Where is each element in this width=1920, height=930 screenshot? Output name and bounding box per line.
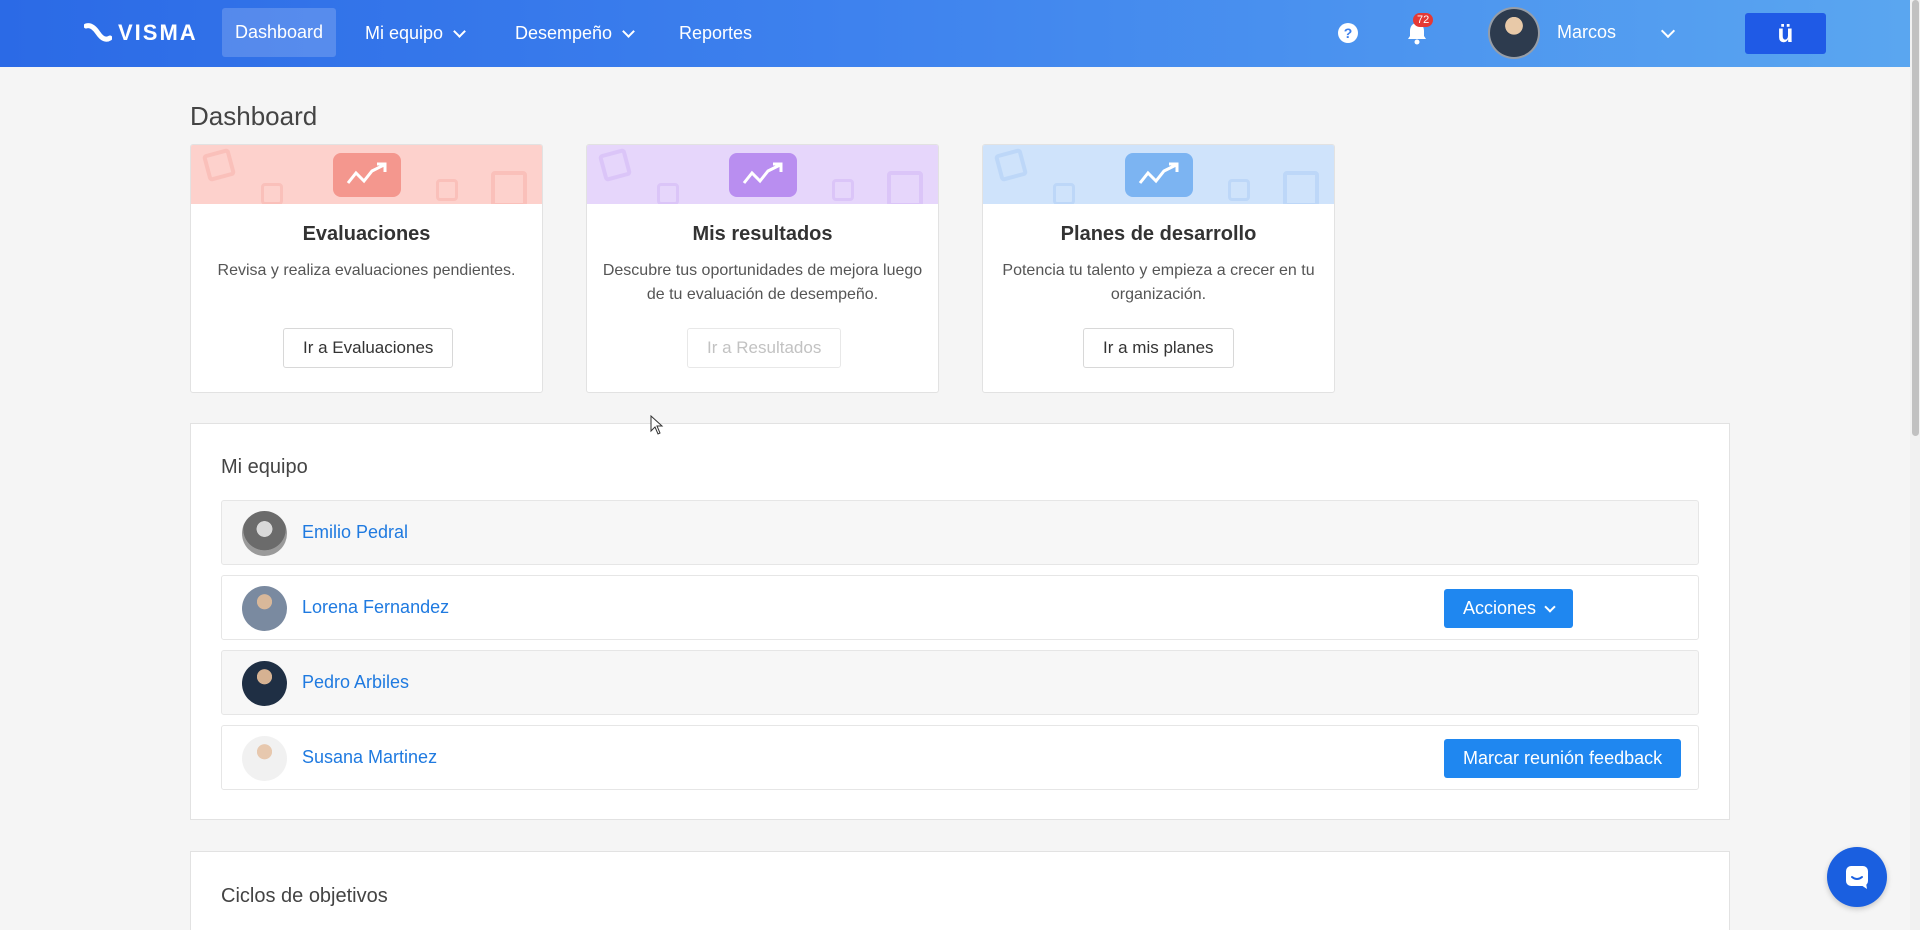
team-member-row[interactable]: Emilio Pedral [221,500,1699,565]
chevron-down-icon [1544,600,1556,613]
question-circle-icon[interactable]: ? [1338,23,1358,43]
card-title: Evaluaciones [302,223,431,245]
team-member-row[interactable]: Susana Martinez Marcar reunión feedback [221,725,1699,790]
chevron-down-icon [622,24,635,38]
chat-launcher-button[interactable] [1827,847,1887,907]
chat-icon [1846,866,1868,889]
nav-reportes-label: Reportes [679,23,753,43]
ir-a-evaluaciones-button[interactable]: Ir a Evaluaciones [283,328,454,368]
top-navbar: VISMA Dashboard Mi equipo Desempeño Repo… [0,0,1910,67]
visma-logo-icon [84,23,112,42]
nav-mi-equipo[interactable]: Mi equipo [365,0,466,67]
marcar-reunion-feedback-button[interactable]: Marcar reunión feedback [1444,739,1682,778]
nav-desempeno-label: Desempeño [515,23,613,43]
acciones-label: Acciones [1463,598,1537,618]
mi-equipo-panel: Mi equipo Emilio Pedral Lorena Fernandez… [190,423,1730,820]
scrollbar-thumb[interactable] [1912,0,1919,436]
panel-title: Ciclos de objetivos [221,885,388,907]
card-description: Descubre tus oportunidades de mejora lue… [602,262,923,303]
ciclos-objetivos-panel: Ciclos de objetivos [190,851,1730,930]
avatar [242,586,287,631]
ir-a-mis-planes-button[interactable]: Ir a mis planes [1083,328,1234,368]
team-member-name[interactable]: Susana Martinez [302,747,437,768]
card-banner [191,145,542,204]
team-member-name[interactable]: Lorena Fernandez [302,597,449,618]
panel-title: Mi equipo [221,456,308,478]
card-banner [983,145,1334,204]
notification-badge: 72 [1413,13,1434,27]
card-description: Potencia tu talento y empieza a crecer e… [1002,262,1315,303]
nav-dashboard[interactable]: Dashboard [222,8,337,57]
nav-reportes[interactable]: Reportes [679,0,752,67]
app-brand-button[interactable]: ü [1745,13,1826,54]
team-member-row[interactable]: Pedro Arbiles [221,650,1699,715]
chevron-down-icon[interactable] [1660,23,1676,39]
card-banner [587,145,938,204]
evaluaciones-card: Evaluaciones Revisa y realiza evaluacion… [190,144,543,393]
card-title: Mis resultados [692,223,833,245]
ir-a-resultados-button[interactable]: Ir a Resultados [687,328,842,368]
user-avatar[interactable] [1488,7,1540,59]
planes-desarrollo-card: Planes de desarrollo Potencia tu talento… [982,144,1335,393]
avatar [242,661,287,706]
nav-dashboard-label: Dashboard [235,22,324,42]
team-member-name[interactable]: Pedro Arbiles [302,672,409,693]
mis-resultados-card: Mis resultados Descubre tus oportunidade… [586,144,939,393]
card-description: Revisa y realiza evaluaciones pendientes… [217,262,516,279]
nav-mi-equipo-label: Mi equipo [365,23,444,43]
nav-desempeno[interactable]: Desempeño [515,0,635,67]
avatar [242,736,287,781]
chevron-down-icon [453,24,466,38]
avatar [242,511,287,556]
user-name[interactable]: Marcos [1557,22,1616,43]
card-title: Planes de desarrollo [1060,223,1257,245]
app-brand-label: ü [1777,18,1794,48]
page-title: Dashboard [190,101,318,131]
chart-trend-icon [1125,153,1193,197]
mouse-cursor-icon [650,415,664,435]
team-member-row[interactable]: Lorena Fernandez Acciones [221,575,1699,640]
acciones-dropdown-button[interactable]: Acciones [1444,589,1574,628]
logo-text: VISMA [118,20,198,45]
chart-trend-icon [333,153,401,197]
team-member-name[interactable]: Emilio Pedral [302,522,408,543]
chart-trend-icon [729,153,797,197]
visma-logo[interactable]: VISMA [84,20,198,46]
